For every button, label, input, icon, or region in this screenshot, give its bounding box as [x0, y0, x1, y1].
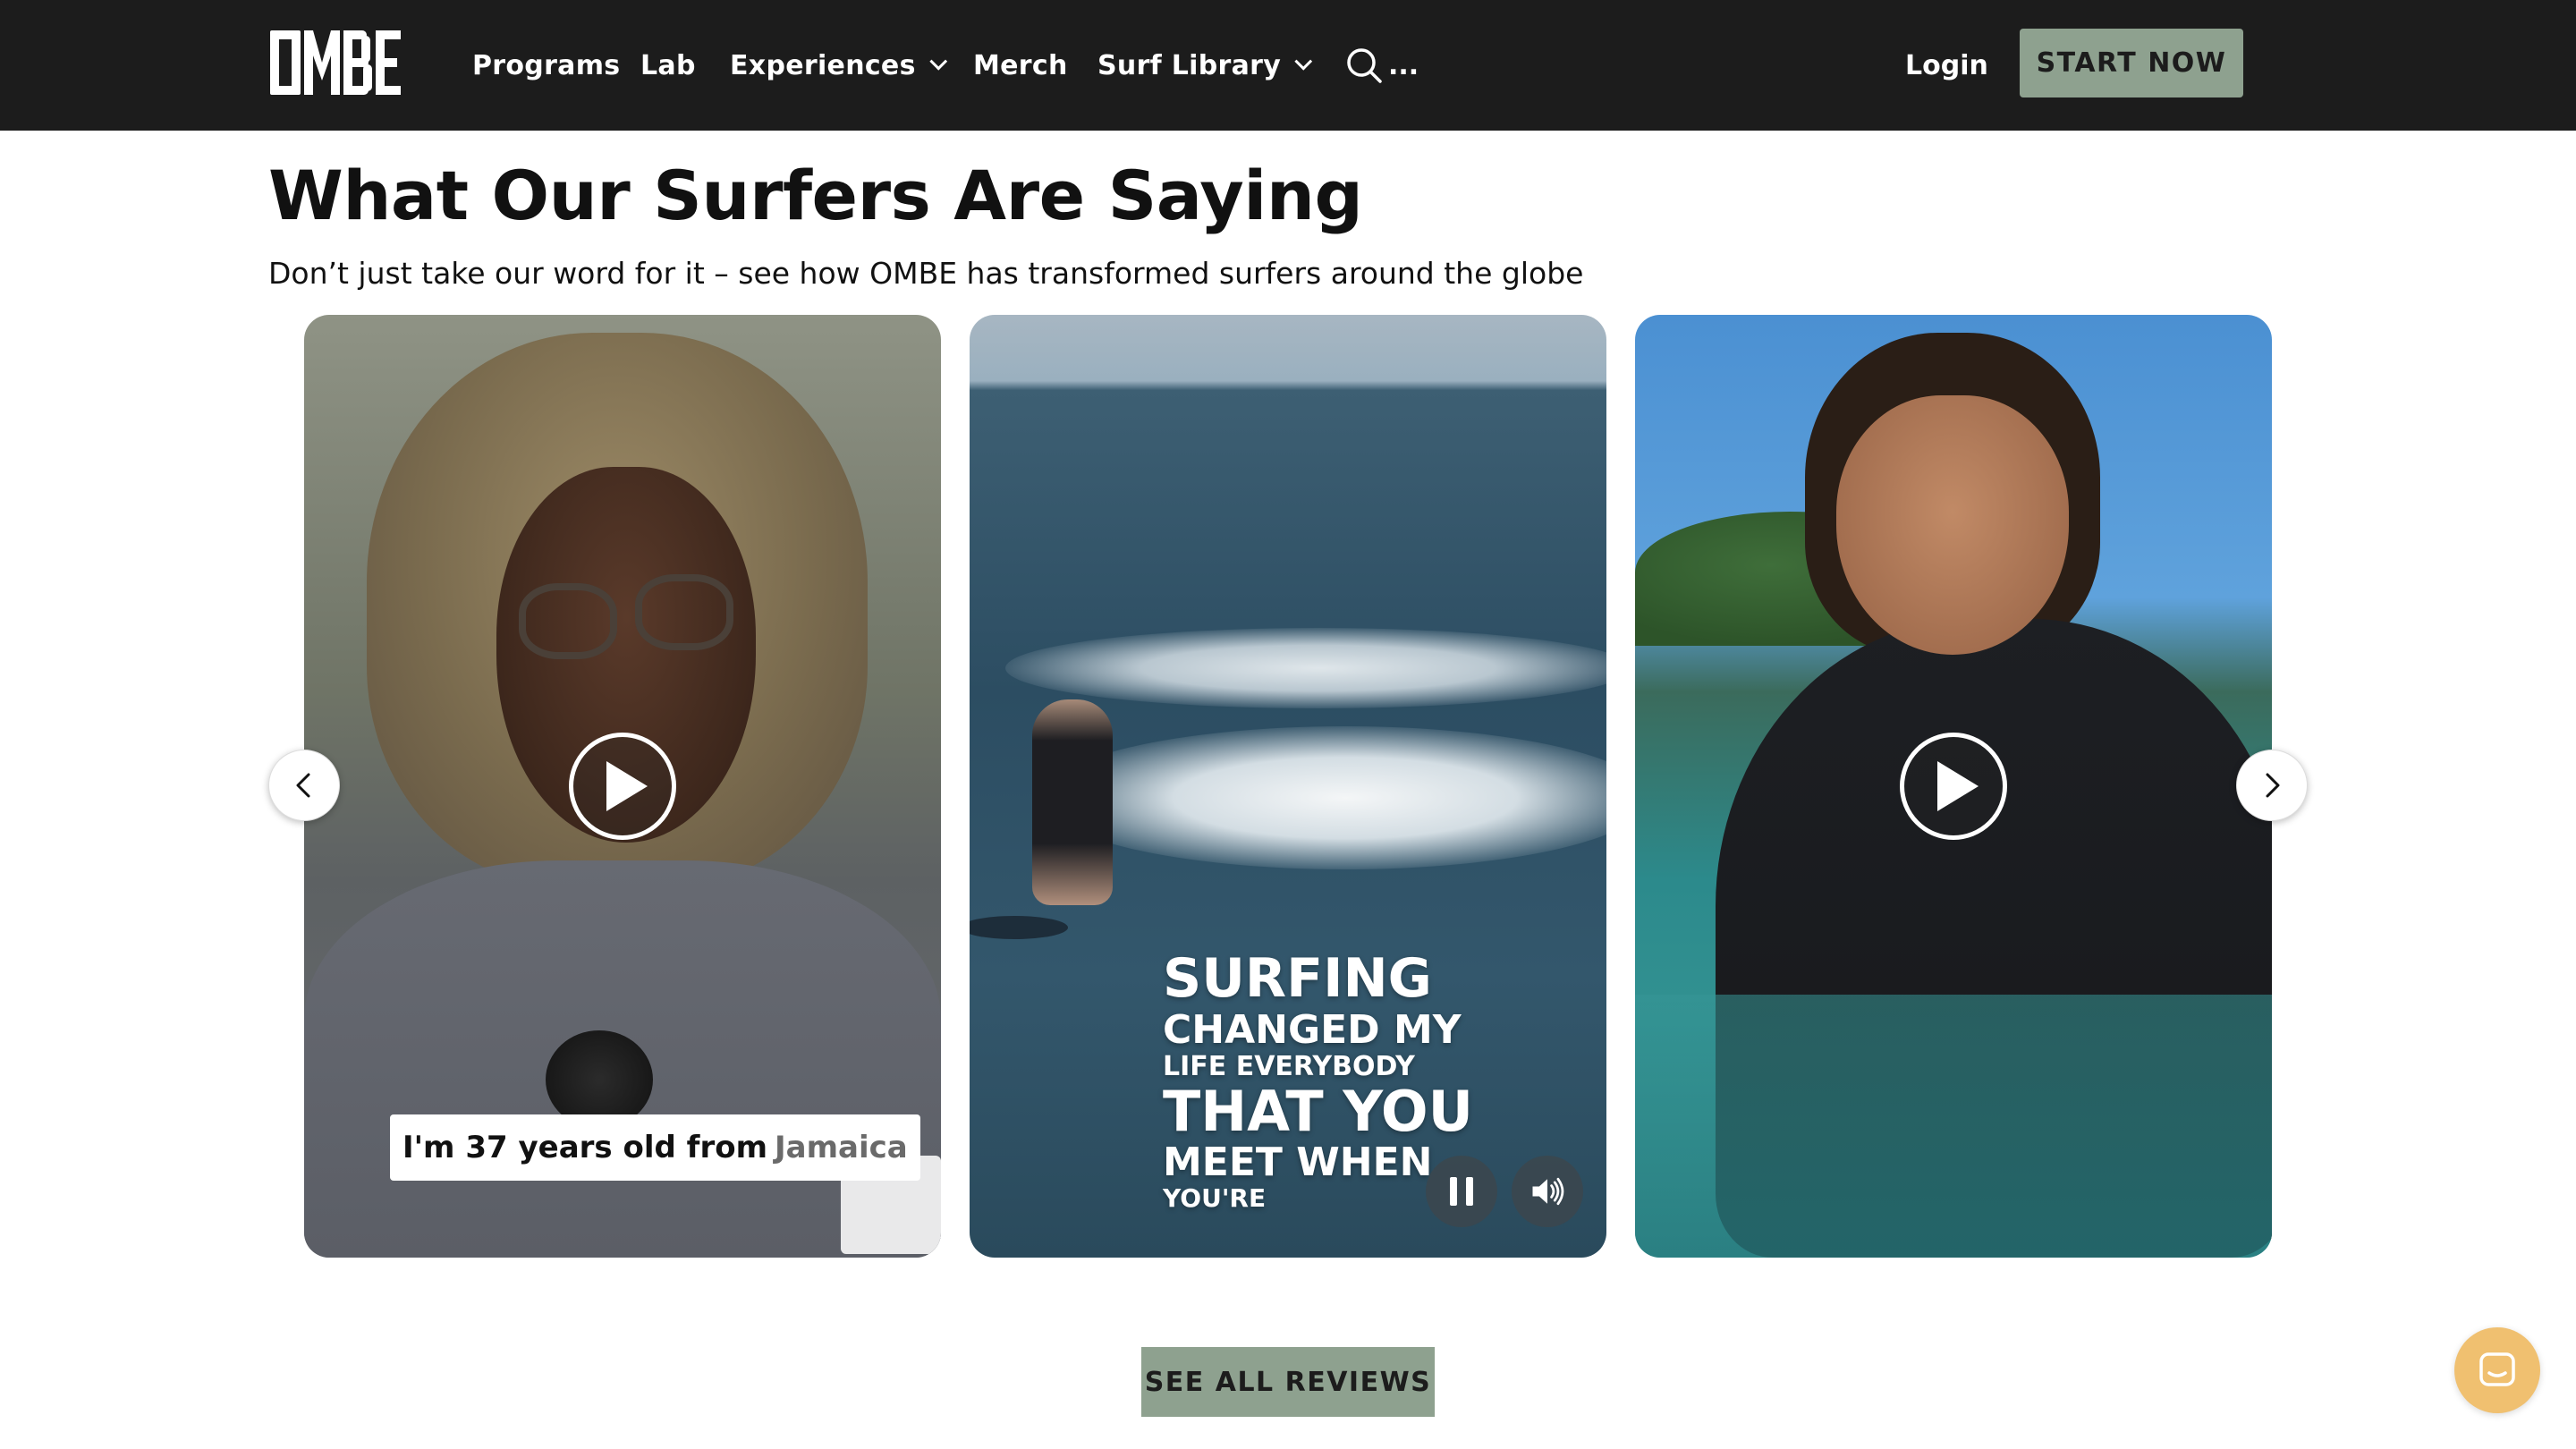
nav-merch[interactable]: Merch — [973, 0, 1068, 131]
nav-lab-label: Lab — [640, 49, 696, 81]
chat-widget-button[interactable] — [2454, 1327, 2540, 1413]
start-now-button[interactable]: START NOW — [2020, 29, 2243, 97]
section-title: What Our Surfers Are Saying — [268, 156, 1363, 235]
video-thumbnail-scene — [1635, 995, 2272, 1258]
nav-lab[interactable]: Lab — [640, 0, 696, 131]
section-subtitle: Don’t just take our word for it – see ho… — [268, 256, 1584, 291]
overlay-line: LIFE EVERYBODY — [1163, 1051, 1415, 1082]
testimonial-video-3[interactable] — [1635, 315, 2272, 1258]
see-all-reviews-label: SEE ALL REVIEWS — [1144, 1366, 1432, 1398]
nav-surf-library-label: Surf Library — [1097, 49, 1282, 81]
carousel-next-button[interactable] — [2236, 750, 2308, 821]
video-thumbnail-scene — [635, 574, 733, 650]
overlay-line: THAT YOU — [1163, 1079, 1473, 1144]
video-thumbnail-scene — [1041, 726, 1606, 869]
search-ellipsis: ... — [1388, 49, 1419, 81]
video-thumbnail-scene — [1032, 699, 1113, 905]
play-icon — [606, 761, 648, 811]
chevron-down-icon — [1294, 52, 1313, 71]
nav-experiences[interactable]: Experiences — [730, 0, 947, 131]
pause-icon — [1450, 1177, 1473, 1206]
play-icon — [1937, 761, 1979, 811]
search-icon — [1347, 48, 1382, 83]
chevron-left-icon — [296, 773, 310, 798]
pause-button[interactable] — [1426, 1156, 1497, 1227]
volume-button[interactable] — [1512, 1156, 1583, 1227]
video-overlay-text: SURFING CHANGED MY LIFE EVERYBODY THAT Y… — [1163, 952, 1473, 1211]
chat-icon — [2479, 1352, 2515, 1386]
nav-programs-label: Programs — [472, 49, 621, 81]
video-caption-text: I'm 37 years old from — [402, 1130, 768, 1165]
video-thumbnail-scene — [1005, 628, 1606, 708]
login-link[interactable]: Login — [1905, 0, 1988, 131]
video-thumbnail-scene — [970, 916, 1068, 939]
search-button[interactable]: ... — [1345, 43, 1419, 88]
overlay-line: SURFING — [1163, 947, 1432, 1010]
ombe-logo[interactable] — [268, 27, 402, 98]
volume-icon — [1532, 1177, 1564, 1206]
testimonial-video-1[interactable]: I'm 37 years old from Jamaica — [304, 315, 941, 1258]
video-thumbnail-scene — [519, 583, 617, 659]
overlay-line: CHANGED MY — [1163, 1007, 1462, 1053]
nav-programs[interactable]: Programs — [472, 0, 620, 131]
login-label: Login — [1905, 49, 1988, 81]
play-button[interactable] — [569, 733, 676, 840]
nav-merch-label: Merch — [973, 49, 1068, 81]
overlay-line: MEET WHEN — [1163, 1140, 1433, 1185]
video-caption-highlight: Jamaica — [775, 1130, 908, 1165]
testimonial-video-2[interactable]: SURFING CHANGED MY LIFE EVERYBODY THAT Y… — [970, 315, 1606, 1258]
nav-experiences-label: Experiences — [730, 49, 916, 81]
ombe-logo-icon — [270, 30, 401, 95]
video-caption: I'm 37 years old from Jamaica — [390, 1114, 920, 1181]
top-navigation-bar: Programs Lab Experiences Merch Surf Libr… — [0, 0, 2576, 131]
chevron-right-icon — [2266, 773, 2280, 798]
chevron-down-icon — [929, 52, 947, 71]
carousel-prev-button[interactable] — [268, 750, 340, 821]
play-button[interactable] — [1900, 733, 2007, 840]
start-now-label: START NOW — [2036, 47, 2227, 79]
nav-surf-library[interactable]: Surf Library — [1097, 0, 1313, 131]
video-thumbnail-scene — [1836, 395, 2069, 655]
see-all-reviews-button[interactable]: SEE ALL REVIEWS — [1141, 1347, 1435, 1417]
